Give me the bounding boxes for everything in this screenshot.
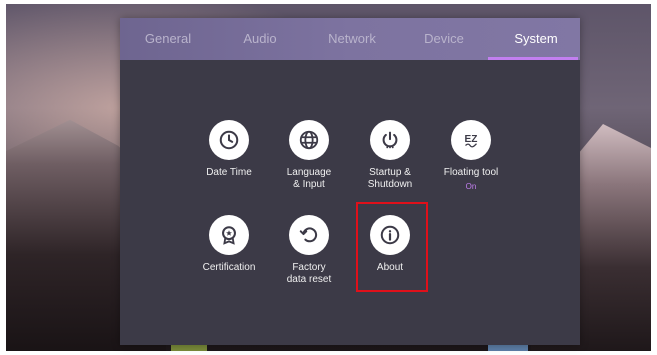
settings-panel: General Audio Network Device System Date… xyxy=(120,18,580,345)
tab-audio[interactable]: Audio xyxy=(220,18,300,60)
power-icon xyxy=(370,120,410,160)
ez-icon: EZ xyxy=(451,120,491,160)
startup-shutdown-label: Startup & Shutdown xyxy=(367,167,413,190)
factory-reset-button[interactable]: Factory data reset xyxy=(269,215,349,286)
tab-general[interactable]: General xyxy=(128,18,208,60)
floating-tool-status: On xyxy=(465,182,477,191)
settings-tab-bar: General Audio Network Device System xyxy=(120,18,580,60)
tab-network[interactable]: Network xyxy=(312,18,392,60)
clock-icon xyxy=(209,120,249,160)
date-time-button[interactable]: Date Time xyxy=(189,120,269,179)
dock-app-icon[interactable] xyxy=(171,345,207,351)
date-time-label: Date Time xyxy=(206,167,252,178)
startup-shutdown-button[interactable]: Startup & Shutdown xyxy=(350,120,430,191)
language-input-label: Language & Input xyxy=(286,167,332,190)
tab-system[interactable]: System xyxy=(496,18,576,60)
dock-app-icon[interactable] xyxy=(488,345,528,351)
active-tab-indicator xyxy=(488,57,578,60)
language-input-button[interactable]: Language & Input xyxy=(269,120,349,191)
floating-tool-button[interactable]: EZ Floating tool On xyxy=(431,120,511,191)
globe-icon xyxy=(289,120,329,160)
reset-icon xyxy=(289,215,329,255)
award-icon xyxy=(209,215,249,255)
about-highlight-box xyxy=(356,202,428,292)
svg-text:EZ: EZ xyxy=(465,134,478,145)
certification-button[interactable]: Certification xyxy=(189,215,269,274)
certification-label: Certification xyxy=(202,262,256,273)
factory-reset-label: Factory data reset xyxy=(286,262,332,285)
tab-device[interactable]: Device xyxy=(404,18,484,60)
floating-tool-label: Floating tool xyxy=(443,167,499,178)
